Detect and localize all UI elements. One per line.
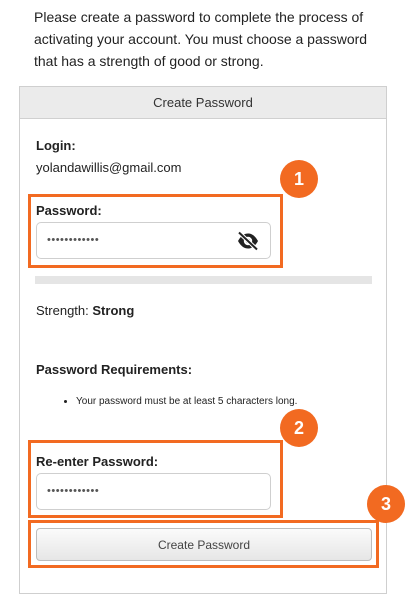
badge-1: 1 [280,160,318,198]
requirements-list: Your password must be at least 5 charact… [62,396,297,407]
panel-header: Create Password [20,87,386,119]
requirements-title: Password Requirements: [36,362,193,377]
strength-value: Strong [92,303,135,318]
badge-2: 2 [280,409,318,447]
login-label: Login: [36,138,76,153]
strength-meter [35,276,372,284]
requirement-item: Your password must be at least 5 charact… [76,396,297,407]
highlight-box-3 [28,520,379,568]
highlight-box-2 [28,440,283,518]
badge-3: 3 [367,485,405,523]
highlight-box-1 [28,194,283,268]
strength-row: Strength: Strong [36,303,134,318]
login-value: yolandawillis@gmail.com [36,160,182,175]
page: Please create a password to complete the… [0,0,410,613]
strength-label: Strength: [36,303,89,318]
intro-text: Please create a password to complete the… [34,9,368,69]
